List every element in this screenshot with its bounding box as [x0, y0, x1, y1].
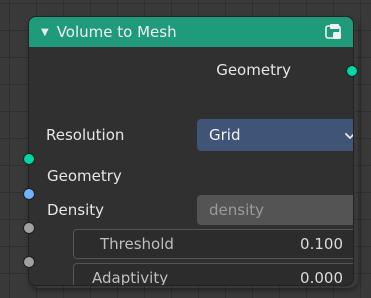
- input-adaptivity-socket[interactable]: [23, 256, 35, 268]
- resolution-value: Grid: [209, 126, 241, 144]
- input-threshold-socket[interactable]: [23, 222, 35, 234]
- triangle-down-icon[interactable]: ▼: [41, 27, 49, 38]
- geometry-node-icon[interactable]: [323, 22, 345, 42]
- density-field[interactable]: density: [197, 195, 353, 225]
- node-header[interactable]: ▼ Volume to Mesh: [29, 17, 353, 47]
- density-placeholder: density: [209, 201, 264, 219]
- input-density-socket[interactable]: [23, 188, 35, 200]
- input-geometry-socket[interactable]: [23, 153, 35, 165]
- chevron-down-icon: [344, 126, 353, 144]
- node-editor-canvas[interactable]: ▼ Volume to Mesh Geometry Resolution Gri…: [0, 0, 371, 298]
- adaptivity-field[interactable]: Adaptivity 0.000: [73, 263, 353, 286]
- adaptivity-value: 0.000: [300, 269, 343, 286]
- threshold-value: 0.100: [300, 235, 343, 253]
- adaptivity-label: Adaptivity: [92, 269, 169, 286]
- threshold-label: Threshold: [100, 235, 174, 253]
- volume-to-mesh-node[interactable]: ▼ Volume to Mesh Geometry Resolution Gri…: [28, 16, 354, 286]
- input-geometry-label: Geometry: [47, 167, 122, 185]
- output-geometry-label: Geometry: [216, 61, 291, 79]
- resolution-dropdown[interactable]: Grid: [197, 119, 353, 151]
- output-geometry-socket[interactable]: [346, 65, 358, 77]
- input-density-label: Density: [47, 201, 105, 219]
- threshold-field[interactable]: Threshold 0.100: [73, 229, 353, 259]
- resolution-label: Resolution: [46, 126, 125, 144]
- node-title: Volume to Mesh: [56, 23, 177, 41]
